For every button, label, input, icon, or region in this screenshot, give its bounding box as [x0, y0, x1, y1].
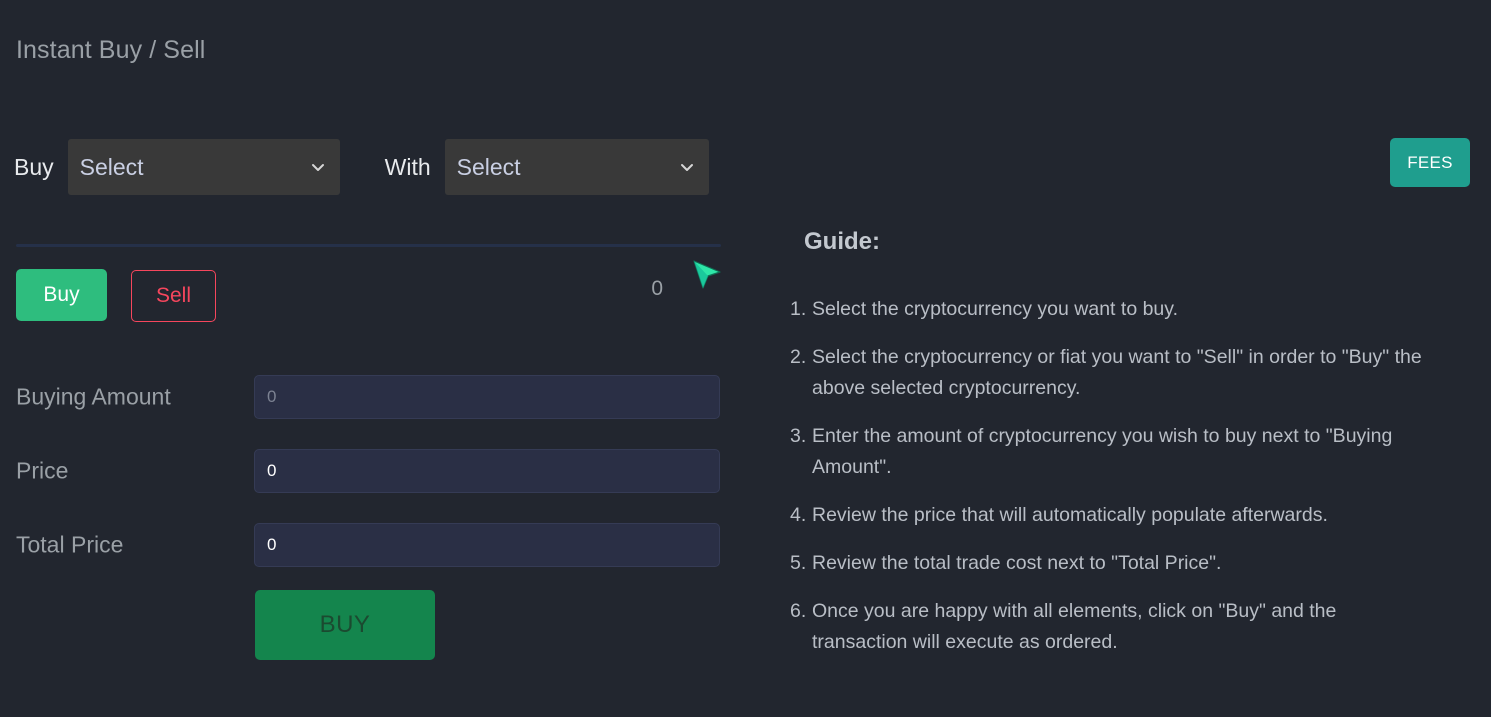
price-label: Price: [16, 457, 69, 484]
price-input[interactable]: [254, 449, 720, 493]
guide-item-number: 5.: [790, 552, 807, 574]
buying-amount-input[interactable]: [254, 375, 720, 419]
guide-title: Guide:: [804, 228, 880, 255]
buy-sell-toggle-row: Buy Sell 0: [16, 269, 721, 322]
buy-toggle-button[interactable]: Buy: [16, 269, 107, 321]
total-price-input[interactable]: [254, 523, 720, 567]
guide-item: 3. Enter the amount of cryptocurrency yo…: [790, 421, 1470, 483]
form-row-price: Price: [0, 434, 740, 508]
sell-toggle-button[interactable]: Sell: [131, 270, 216, 322]
guide-item-text: Review the price that will automatically…: [812, 504, 1328, 526]
guide-panel: Guide: 1. Select the cryptocurrency you …: [790, 228, 1470, 675]
section-divider: [16, 244, 721, 247]
guide-item-text: Review the total trade cost next to "Tot…: [812, 552, 1222, 574]
guide-item-number: 1.: [790, 298, 807, 320]
page-title: Instant Buy / Sell: [16, 36, 206, 64]
with-select-wrapper[interactable]: Select: [444, 139, 709, 195]
form-row-buying-amount: Buying Amount: [0, 360, 740, 434]
guide-item-number: 4.: [790, 504, 807, 526]
buy-select-wrapper[interactable]: Select: [67, 139, 340, 195]
trade-form: Buying Amount Price Total Price BUY: [0, 360, 740, 662]
buy-submit-button[interactable]: BUY: [255, 590, 435, 660]
form-row-total-price: Total Price: [0, 508, 740, 582]
fees-button[interactable]: FEES: [1390, 138, 1470, 187]
guide-item: 4. Review the price that will automatica…: [790, 500, 1470, 531]
guide-item-text: Enter the amount of cryptocurrency you w…: [812, 425, 1393, 478]
with-label: With: [384, 153, 431, 180]
submit-row: BUY: [0, 582, 740, 662]
guide-item: 6. Once you are happy with all elements,…: [790, 596, 1470, 658]
guide-item-number: 6.: [790, 600, 807, 622]
total-price-label: Total Price: [16, 531, 124, 558]
guide-item-number: 3.: [790, 425, 807, 447]
buy-currency-select[interactable]: Select: [67, 139, 340, 195]
guide-item: 1. Select the cryptocurrency you want to…: [790, 294, 1470, 325]
guide-list: 1. Select the cryptocurrency you want to…: [790, 294, 1470, 658]
balance-value: 0: [651, 277, 663, 300]
guide-item-text: Once you are happy with all elements, cl…: [812, 600, 1337, 653]
guide-item: 2. Select the cryptocurrency or fiat you…: [790, 342, 1470, 404]
guide-item-number: 2.: [790, 346, 807, 368]
instant-buy-sell-page: Instant Buy / Sell Buy Select With Selec…: [0, 0, 1491, 717]
selector-row: Buy Select With Select: [14, 139, 709, 195]
guide-item-text: Select the cryptocurrency or fiat you wa…: [812, 346, 1422, 399]
buying-amount-label: Buying Amount: [16, 383, 171, 410]
buy-label: Buy: [14, 153, 54, 180]
guide-item: 5. Review the total trade cost next to "…: [790, 548, 1470, 579]
with-currency-select[interactable]: Select: [444, 139, 709, 195]
guide-item-text: Select the cryptocurrency you want to bu…: [812, 298, 1178, 320]
